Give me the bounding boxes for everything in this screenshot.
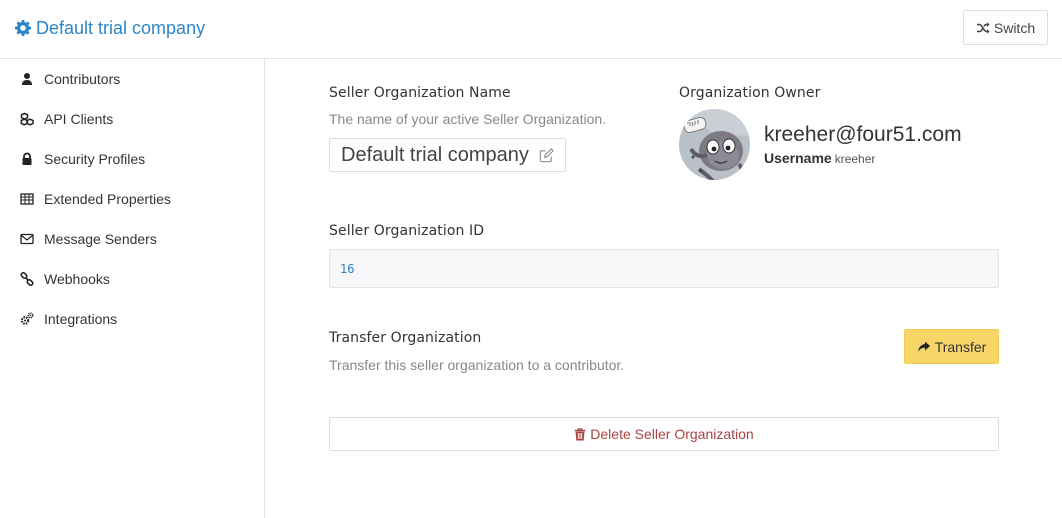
share-arrow-icon — [917, 341, 930, 352]
org-name-value: Default trial company — [341, 143, 529, 166]
cubes-icon — [19, 111, 35, 127]
sidebar: Contributors API Clients Security Profil… — [0, 59, 265, 518]
org-name-edit-field[interactable]: Default trial company — [329, 138, 566, 172]
gear-icon — [15, 20, 31, 36]
edit-icon — [539, 147, 554, 162]
sidebar-item-webhooks[interactable]: Webhooks — [0, 259, 264, 299]
transfer-button-label: Transfer — [934, 338, 987, 355]
org-owner-label: Organization Owner — [679, 85, 821, 101]
switch-button[interactable]: Switch — [963, 10, 1048, 45]
shuffle-icon — [976, 21, 990, 34]
switch-label: Switch — [993, 19, 1036, 36]
sidebar-item-label: Webhooks — [44, 271, 110, 287]
org-owner-section: Organization Owner kreeher@four51.com Us… — [679, 85, 999, 180]
owner-email: kreeher@four51.com — [764, 123, 962, 146]
sidebar-item-label: Contributors — [44, 71, 121, 87]
org-id-label: Seller Organization ID — [329, 223, 485, 239]
transfer-button[interactable]: Transfer — [904, 329, 999, 364]
org-title-link[interactable]: Default trial company — [15, 16, 205, 40]
sidebar-item-label: API Clients — [44, 111, 114, 127]
user-icon — [19, 71, 35, 87]
sidebar-item-message-senders[interactable]: Message Senders — [0, 219, 264, 259]
avatar — [679, 109, 750, 180]
sidebar-item-contributors[interactable]: Contributors — [0, 59, 264, 99]
delete-org-label: Delete Seller Organization — [590, 426, 754, 442]
sidebar-item-label: Message Senders — [44, 231, 157, 247]
org-title: Default trial company — [36, 17, 206, 38]
transfer-help: Transfer this seller organization to a c… — [329, 357, 625, 373]
delete-org-button[interactable]: Delete Seller Organization — [329, 417, 999, 451]
sidebar-item-label: Integrations — [44, 311, 118, 327]
org-name-label: Seller Organization Name — [329, 85, 511, 101]
org-name-help: The name of your active Seller Organizat… — [329, 111, 607, 127]
table-icon — [19, 191, 35, 207]
owner-username: Username kreeher — [764, 150, 962, 166]
org-name-section: Seller Organization Name The name of you… — [329, 85, 606, 172]
sidebar-item-api-clients[interactable]: API Clients — [0, 99, 264, 139]
owner-username-value: kreeher — [834, 152, 876, 166]
owner-username-label: Username — [764, 150, 832, 166]
sidebar-item-label: Security Profiles — [44, 151, 146, 167]
transfer-section: Transfer Organization Transfer this sell… — [329, 329, 999, 373]
org-id-value: 16 — [329, 249, 999, 288]
top-header: Default trial company Switch — [0, 0, 1062, 59]
org-id-section: Seller Organization ID 16 — [329, 223, 999, 288]
transfer-label: Transfer Organization — [329, 330, 482, 346]
sidebar-item-integrations[interactable]: Integrations — [0, 299, 264, 339]
cogs-icon — [19, 311, 35, 327]
sidebar-item-security-profiles[interactable]: Security Profiles — [0, 139, 264, 179]
link-icon — [19, 271, 35, 287]
trash-icon — [574, 427, 586, 440]
sidebar-item-extended-properties[interactable]: Extended Properties — [0, 179, 264, 219]
sidebar-item-label: Extended Properties — [44, 191, 171, 207]
lock-icon — [19, 151, 35, 167]
envelope-icon — [19, 231, 35, 247]
